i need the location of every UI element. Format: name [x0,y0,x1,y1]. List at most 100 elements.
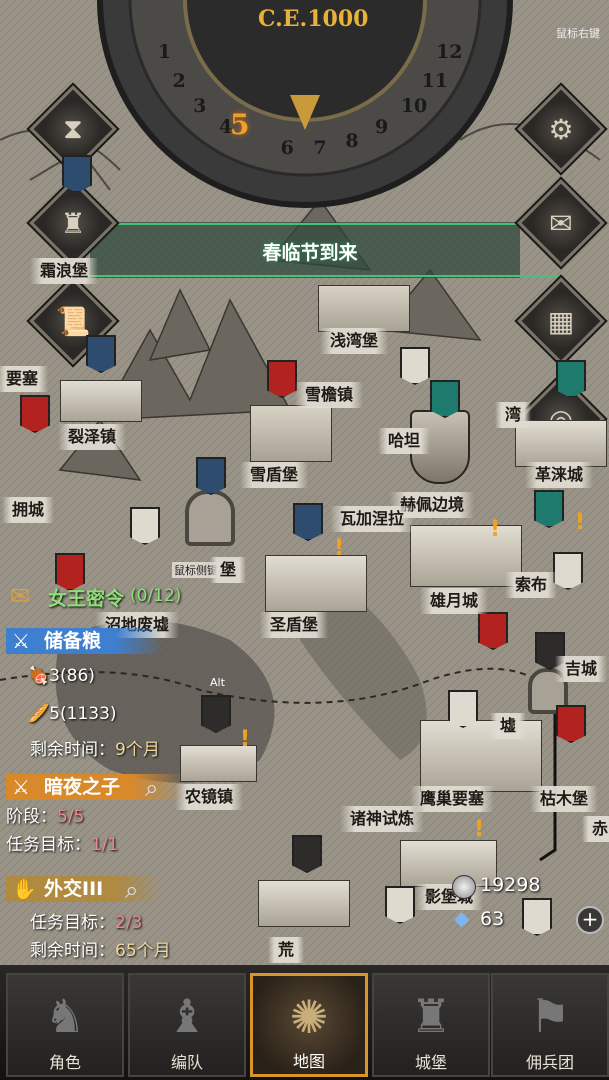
location-zhushen[interactable]: 诸神试炼 [340,806,425,832]
castle-riftmarsh-icon[interactable] [60,380,142,422]
blue-faction-banner-icon [293,503,323,541]
diplomacy-remaining-label: 剩余时间： [30,941,115,961]
event-banner[interactable]: 春临节到来 [210,238,410,265]
location-shallowbay[interactable]: 浅湾堡 [320,328,389,354]
tab-map[interactable]: ✺ 地图 [250,973,368,1077]
diplomacy-remaining: 剩余时间：65个月 [30,936,171,961]
tab-castle[interactable]: ♜ 城堡 [372,973,490,1077]
handshake-icon: ✋ [12,877,37,901]
calendar-month-number: 6 [280,137,294,160]
quest-queen-title: 女王密令 [48,588,125,610]
reserve-meat-value: 3 [49,666,60,686]
quest-alert-icon: ! [490,517,501,542]
location-xiongyue[interactable]: 雄月城 [420,588,489,614]
red-faction-banner-icon [20,395,50,433]
white-neutral-banner-icon [553,552,583,590]
location-yong[interactable]: 拥城 [2,497,55,523]
quest-alert-icon: ! [575,510,586,535]
meat-icon: 🍖 [28,666,50,686]
silver-amount: 19298 [480,874,541,896]
location-hath[interactable]: 哈坦 [378,428,431,454]
tab-party-label: 编队 [170,1053,203,1072]
night-goal-value: 1/1 [91,835,119,855]
crossed-swords-icon: ⚔ [12,775,30,799]
quest-night-title: 暗夜之子 [44,776,121,798]
location-frostwave[interactable]: 霜浪堡 [30,258,99,284]
add-resource-button[interactable]: + [576,906,604,934]
quest-alert-icon: ! [474,817,485,842]
crystal-amount: 63 [480,908,505,930]
castle-icon: ♜ [410,989,452,1043]
silver-coin-icon [452,875,476,899]
location-huang[interactable]: 荒 [268,937,305,963]
party-helmet-icon: ♝ [166,989,208,1043]
blue-faction-banner-icon [62,155,92,193]
tab-character[interactable]: ♞ 角色 [6,973,124,1077]
white-neutral-banner-icon [522,898,552,936]
location-riftmarsh[interactable]: 裂泽镇 [58,424,127,450]
bread-icon: 🥖 [28,704,50,724]
calendar-month-number: 11 [421,70,448,92]
night-goal: 任务目标：1/1 [6,830,118,855]
location-fortress-locked[interactable]: 堡 [210,557,247,583]
magnifier-icon[interactable]: ⌕ [125,876,138,904]
calendar-month-number: 8 [345,129,359,152]
location-jing-partial[interactable]: 吉城 [555,656,608,682]
location-chi-partial[interactable]: 赤 [582,816,609,842]
compass-icon: ✺ [289,990,329,1044]
location-nongjing[interactable]: 农镜镇 [175,784,244,810]
quest-alert-icon: ! [334,536,345,561]
knight-helmet-icon: ♞ [44,989,86,1043]
red-faction-banner-icon [478,612,508,650]
crossed-swords-icon: ⚔ [12,629,30,653]
location-ruins-partial[interactable]: 墟 [490,713,527,739]
mercenary-banner-icon: ⚑ [529,989,571,1043]
location-wood-partial[interactable]: 枯木堡 [530,786,599,812]
teal-faction-banner-icon [430,380,460,418]
calendar-era: C.E.1000 [258,6,369,32]
night-stage-value: 5/5 [57,807,85,827]
diplomacy-goal-label: 任务目标： [30,913,115,933]
white-neutral-banner-icon [130,507,160,545]
location-waga[interactable]: 瓦加涅拉 [330,506,415,532]
castle-shallowbay-icon[interactable] [318,285,410,332]
castle-huang-icon[interactable] [258,880,350,927]
location-snoweave[interactable]: 雪檐镇 [295,382,364,408]
world-map[interactable]: 1 2 3 4 6 7 8 9 10 11 12 C.E.1000 5 鼠标右键 ⧗ ⚙ ♜ ✉ 📜… [0,0,609,965]
magnifier-icon[interactable]: ⌕ [145,774,158,802]
white-neutral-banner-icon [385,886,415,924]
tab-mercenary[interactable]: ⚑ 佣兵团 [491,973,609,1077]
night-stage-label: 阶段： [6,807,57,827]
blue-faction-banner-icon [196,457,226,495]
calendar-month-number: 9 [375,115,389,138]
quest-diplomacy-header[interactable]: ✋ 外交III [6,876,162,902]
quest-diplomacy-title: 外交III [44,878,104,900]
location-holyshield[interactable]: 圣盾堡 [260,612,329,638]
tab-party[interactable]: ♝ 编队 [128,973,246,1077]
gear-icon: ⚙ [548,112,574,146]
location-sorn[interactable]: 索布 [505,572,558,598]
castle-holyshield-icon[interactable] [265,555,367,612]
reserve-remaining-value: 9个月 [115,740,160,760]
quest-reserve-title: 储备粮 [44,630,102,652]
padlock-icon[interactable] [185,490,235,546]
reserve-bread-total: (1133) [60,704,117,724]
quest-reserve-header[interactable]: ⚔ 储备粮 [6,628,162,654]
royal-seal-icon: ✉ [10,582,31,610]
castle-snowshield-icon[interactable] [250,405,332,462]
location-gelai[interactable]: 革涞城 [525,462,594,488]
teal-faction-banner-icon [534,490,564,528]
teal-faction-banner-icon [556,360,586,398]
blue-faction-banner-icon [86,335,116,373]
dark-faction-banner-icon [292,835,322,873]
envelope-icon: ✉ [549,206,573,240]
location-bay-partial[interactable]: 湾 [495,402,532,428]
location-fortress-partial[interactable]: 要塞 [0,366,49,392]
crystal-icon: ◆ [454,906,470,930]
tab-character-label: 角色 [48,1053,81,1072]
reserve-remaining: 剩余时间：9个月 [30,735,160,760]
location-snowshield[interactable]: 雪盾堡 [240,462,309,488]
night-goal-label: 任务目标： [6,835,91,855]
diplomacy-goal-value: 2/3 [115,913,143,933]
tab-castle-label: 城堡 [414,1053,447,1072]
